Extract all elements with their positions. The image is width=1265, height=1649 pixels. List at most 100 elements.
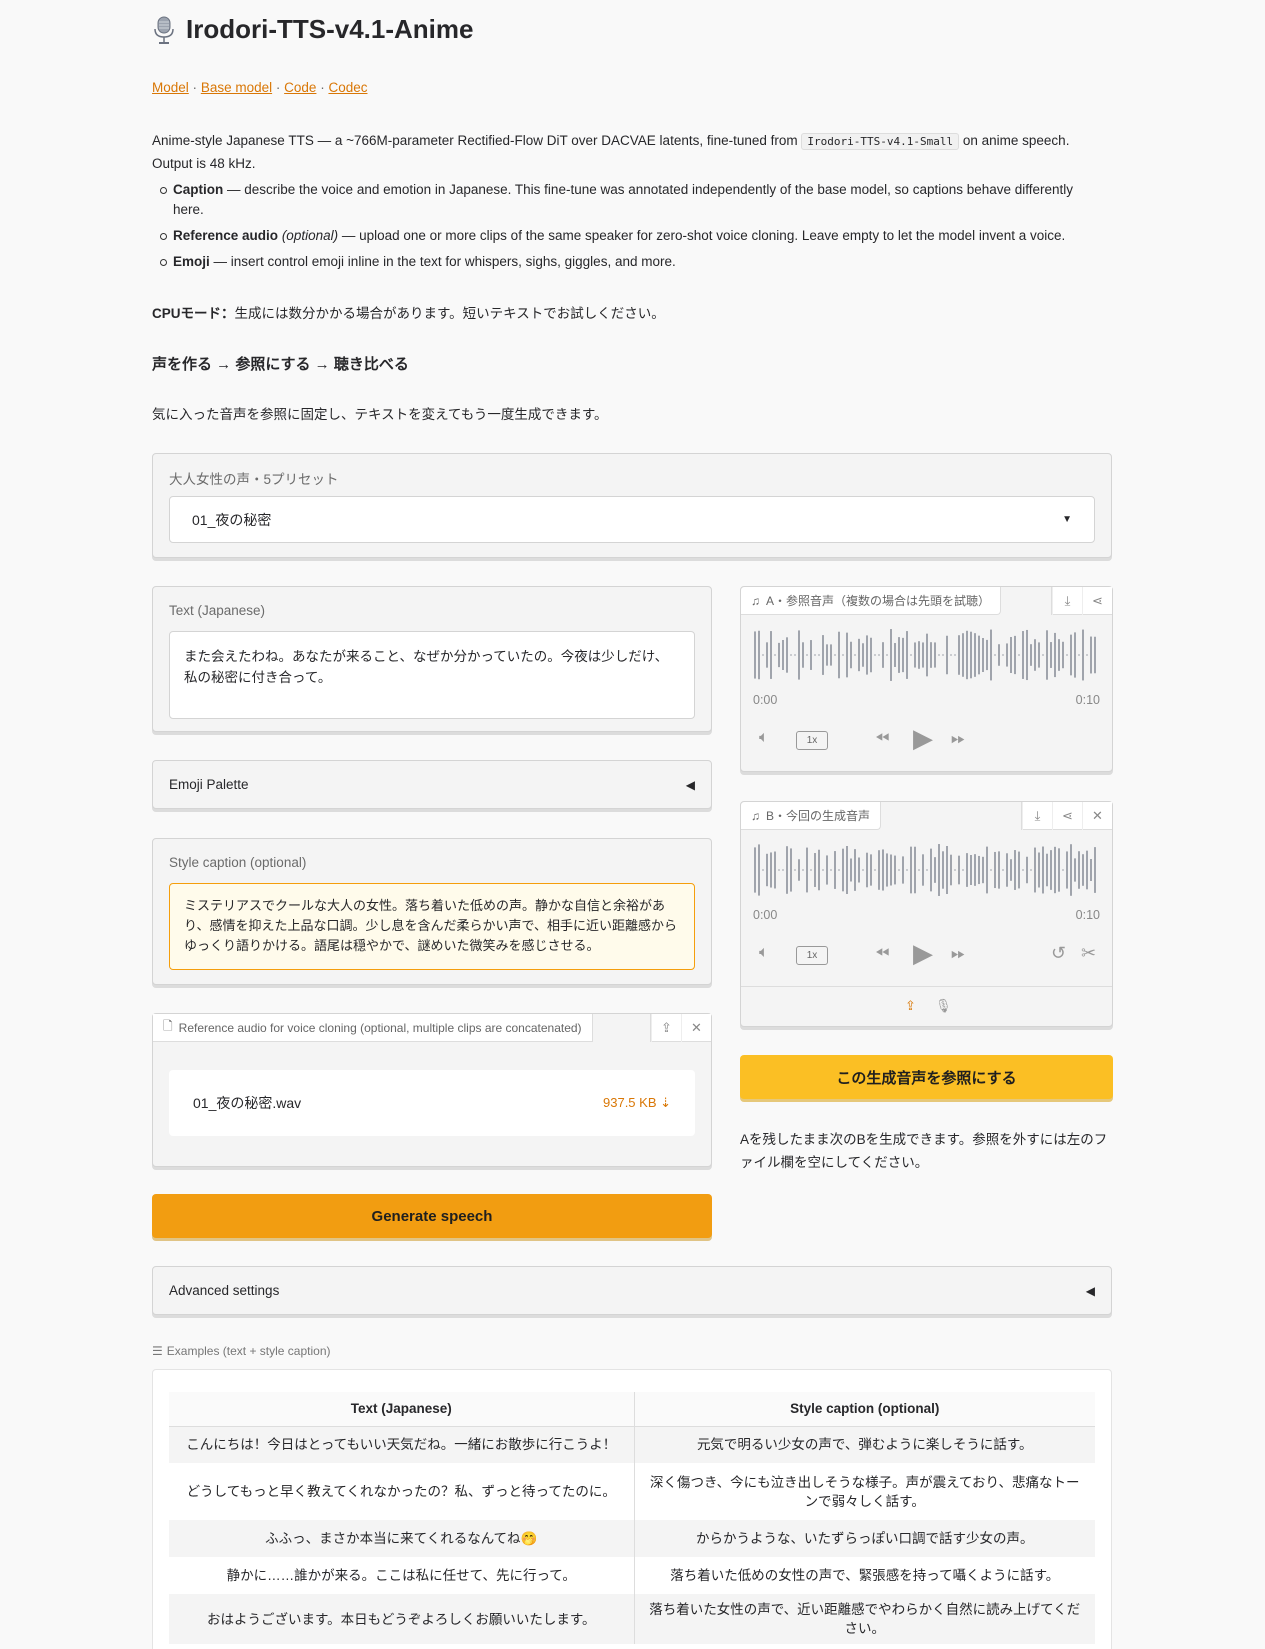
upload-actions: ⇪ ✕	[650, 1014, 711, 1042]
example-caption: 深く傷つき、今にも泣き出しそうな様子。声が震えており、悲痛なトーンで弱々しく話す…	[633, 1463, 1095, 1520]
reference-hint: Aを残したまま次のBを生成できます。参照を外すには左のファイル欄を空にしてくださ…	[740, 1132, 1108, 1170]
share-icon[interactable]: ⋖	[1082, 587, 1112, 615]
preset-label: 大人女性の声・5プリセット	[169, 472, 339, 487]
link-separator: ·	[192, 80, 198, 95]
example-text: おはようございます。本日もどうぞよろしくお願いいたします。	[169, 1594, 634, 1644]
file-size-download[interactable]: 937.5 KB ⇣	[603, 1095, 671, 1111]
feature-list: Caption — describe the voice and emotion…	[160, 180, 1103, 278]
upload-icon[interactable]: ⇪	[905, 998, 916, 1014]
example-text: 静かに……誰かが来る。ここは私に任せて、先に行って。	[169, 1557, 634, 1594]
text-label: Text (Japanese)	[169, 603, 266, 618]
music-note-icon: ♫	[751, 808, 760, 823]
download-icon[interactable]: ⤓	[1022, 802, 1052, 830]
generate-speech-button[interactable]: Generate speech	[152, 1194, 712, 1238]
table-row[interactable]: 静かに……誰かが来る。ここは私に任せて、先に行って。 落ち着いた低めの女性の声で、…	[169, 1557, 1095, 1594]
example-caption: 落ち着いた女性の声で、近い距離感でやわらかく自然に読み上げてください。	[633, 1594, 1095, 1644]
music-note-icon: ♫	[751, 593, 760, 608]
advanced-settings-accordion[interactable]: Advanced settings ◀	[152, 1266, 1112, 1315]
preset-select[interactable]: 01_夜の秘密 ▼	[169, 496, 1095, 543]
volume-icon[interactable]: 🔈︎	[759, 944, 769, 962]
trim-scissors-icon[interactable]: ✂	[1081, 943, 1096, 964]
advanced-settings-label: Advanced settings	[169, 1283, 280, 1298]
audio-a-actions: ⤓ ⋖	[1051, 587, 1112, 615]
list-item: Caption — describe the voice and emotion…	[160, 180, 1103, 220]
links-row: Model · Base model · Code · Codec	[152, 80, 367, 95]
use-as-reference-button[interactable]: この生成音声を参照にする	[740, 1055, 1113, 1099]
preset-value: 01_夜の秘密	[192, 511, 272, 528]
fast-forward-icon[interactable]: ⏩︎	[951, 943, 965, 964]
share-icon[interactable]: ⋖	[1052, 802, 1082, 830]
microphone-icon	[152, 15, 176, 45]
upload-icon[interactable]: ⇪	[651, 1014, 681, 1042]
intro-text: Anime-style Japanese TTS — a ~766M-param…	[152, 133, 798, 148]
flow-heading: 声を作る → 参照にする → 聴き比べる	[152, 356, 409, 373]
style-caption-label: Style caption (optional)	[169, 855, 307, 870]
list-item: Reference audio (optional) — upload one …	[160, 226, 1103, 246]
examples-panel: Text (Japanese) Style caption (optional)…	[152, 1369, 1112, 1649]
time-duration: 0:10	[1075, 693, 1100, 707]
microphone-record-icon[interactable]: 🎙︎	[935, 998, 952, 1014]
caret-left-icon: ◀	[1085, 1283, 1095, 1298]
file-icon: 🗋	[163, 1019, 173, 1033]
style-caption-panel: Style caption (optional) ミステリアスでクールな大人の女…	[152, 838, 712, 985]
caret-down-icon: ▼	[1062, 514, 1072, 525]
playback-rate-button[interactable]: 1x	[796, 946, 828, 965]
example-caption: からかうような、いたずらっぽい口調で話す少女の声。	[633, 1520, 1095, 1557]
uploaded-file-row: 01_夜の秘密.wav 937.5 KB ⇣	[169, 1070, 695, 1136]
link-separator: ·	[275, 80, 281, 95]
reference-upload-tab: 🗋 Reference audio for voice cloning (opt…	[153, 1014, 593, 1042]
download-icon[interactable]: ⤓	[1052, 587, 1082, 615]
column-header: Style caption (optional)	[633, 1392, 1095, 1427]
fast-forward-icon[interactable]: ⏩︎	[951, 728, 965, 749]
cpu-mode-note: CPUモード：生成には数分かかる場合があります。短いテキストでお試しください。	[152, 306, 665, 321]
base-model-code: Irodori-TTS-v4.1-Small	[801, 133, 960, 150]
example-caption: 落ち着いた低めの女性の声で、緊張感を持って囁くように話す。	[633, 1557, 1095, 1594]
caret-left-icon: ◀	[685, 777, 695, 792]
style-caption-input[interactable]: ミステリアスでクールな大人の女性。落ち着いた低めの声。静かな自信と余裕があり、感…	[169, 883, 695, 970]
audio-player-a: ♫ A・参照音声（複数の場合は先頭を試聴） ⤓ ⋖ 0:00 0:10 🔈︎ 1x…	[740, 586, 1113, 772]
play-icon[interactable]: ▶	[913, 938, 933, 969]
base-model-link[interactable]: Base model	[201, 80, 272, 95]
file-name: 01_夜の秘密.wav	[193, 1095, 302, 1111]
text-panel: Text (Japanese) また会えたわね。あなたが来ること、なぜか分かって…	[152, 586, 712, 732]
time-duration: 0:10	[1075, 908, 1100, 922]
audio-b-tab: ♫ B・今回の生成音声	[741, 802, 882, 830]
close-icon[interactable]: ✕	[1082, 802, 1112, 830]
volume-icon[interactable]: 🔈︎	[759, 729, 769, 747]
table-row[interactable]: こんにちは！今日はとってもいい天気だね。一緒にお散歩に行こうよ！ 元気で明るい少女…	[169, 1426, 1095, 1463]
audio-player-b: ♫ B・今回の生成音声 ⤓ ⋖ ✕ 0:00 0:10 🔈︎ 1x ⏪︎ ▶ ⏩︎…	[740, 801, 1113, 1027]
undo-icon[interactable]: ↺	[1051, 943, 1066, 964]
audio-a-tab: ♫ A・参照音声（複数の場合は先頭を試聴）	[741, 587, 1002, 615]
example-text: こんにちは！今日はとってもいい天気だね。一緒にお散歩に行こうよ！	[169, 1426, 634, 1463]
codec-link[interactable]: Codec	[328, 80, 367, 95]
table-row[interactable]: おはようございます。本日もどうぞよろしくお願いいたします。 落ち着いた女性の声で、…	[169, 1594, 1095, 1644]
flow-note: 気に入った音声を参照に固定し、テキストを変えてもう一度生成できます。	[152, 407, 608, 422]
play-icon[interactable]: ▶	[913, 723, 933, 754]
close-icon[interactable]: ✕	[681, 1014, 711, 1042]
list-item: Emoji — insert control emoji inline in t…	[160, 252, 1103, 272]
rewind-icon[interactable]: ⏪︎	[875, 728, 889, 749]
waveform-a[interactable]	[753, 627, 1103, 683]
code-link[interactable]: Code	[284, 80, 316, 95]
column-header: Text (Japanese)	[169, 1392, 634, 1427]
examples-table: Text (Japanese) Style caption (optional)…	[169, 1392, 1095, 1644]
reference-upload-panel: 🗋 Reference audio for voice cloning (opt…	[152, 1013, 712, 1167]
audio-a-label: A・参照音声（複数の場合は先頭を試聴）	[766, 594, 991, 608]
link-separator: ·	[320, 80, 325, 95]
example-text: ふふっ、まさか本当に来てくれるなんてね🤭	[169, 1520, 634, 1557]
examples-label: ☰ Examples (text + style caption)	[152, 1344, 331, 1358]
text-input[interactable]: また会えたわね。あなたが来ること、なぜか分かっていたの。今夜は少しだけ、私の秘密…	[169, 631, 695, 719]
page: Irodori-TTS-v4.1-Anime Model · Base mode…	[0, 0, 1265, 1649]
time-current: 0:00	[753, 693, 778, 707]
waveform-b[interactable]	[753, 842, 1103, 898]
emoji-palette-accordion[interactable]: Emoji Palette ◀	[152, 760, 712, 809]
list-icon: ☰	[152, 1344, 163, 1358]
model-link[interactable]: Model	[152, 80, 189, 95]
app-header: Irodori-TTS-v4.1-Anime	[152, 14, 473, 45]
table-row[interactable]: ふふっ、まさか本当に来てくれるなんてね🤭 からかうような、いたずらっぽい口調で話す…	[169, 1520, 1095, 1557]
playback-rate-button[interactable]: 1x	[796, 731, 828, 750]
table-row[interactable]: どうしてもっと早く教えてくれなかったの？私、ずっと待ってたのに。 深く傷つき、今に…	[169, 1463, 1095, 1520]
intro-paragraph: Anime-style Japanese TTS — a ~766M-param…	[152, 130, 1087, 175]
rewind-icon[interactable]: ⏪︎	[875, 943, 889, 964]
reference-upload-label: Reference audio for voice cloning (optio…	[178, 1020, 582, 1035]
